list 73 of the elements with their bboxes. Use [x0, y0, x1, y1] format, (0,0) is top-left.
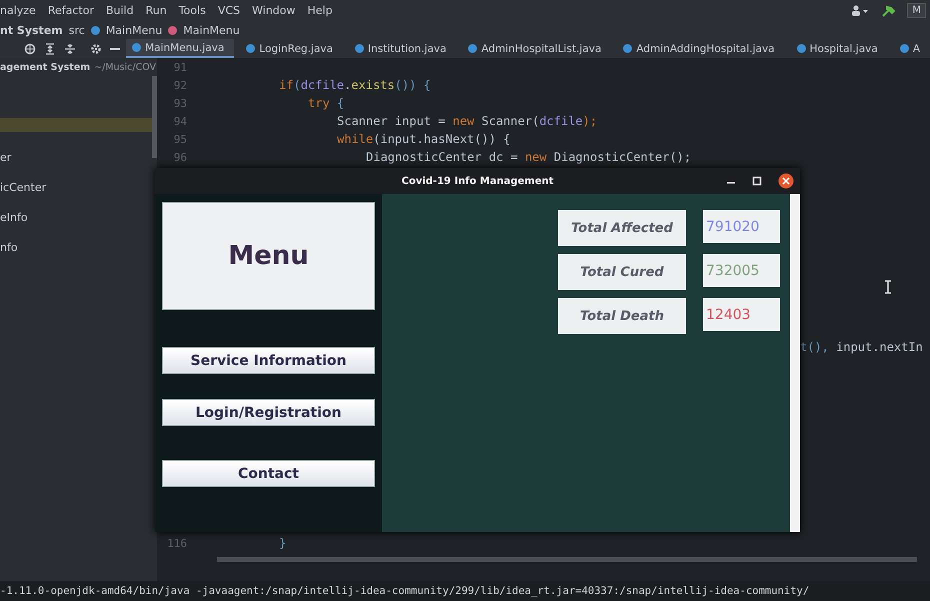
menu-heading: Menu — [162, 202, 375, 310]
file-tab[interactable]: A — [894, 39, 930, 58]
file-tab[interactable]: Institution.java — [348, 39, 456, 58]
class-icon — [132, 43, 142, 52]
menu-item[interactable]: Run — [146, 4, 167, 17]
class-icon — [90, 26, 100, 34]
stat-value: 12403 — [703, 298, 780, 331]
expand-all-icon[interactable] — [44, 42, 56, 54]
menu-button[interactable]: Contact — [162, 460, 375, 487]
scrollbar[interactable] — [790, 194, 800, 532]
code-line: if(dcfile.exists()) { — [279, 78, 431, 92]
scrollbar[interactable] — [217, 557, 917, 562]
tree-item[interactable]: er — [0, 151, 12, 164]
menu-button[interactable]: Service Information — [162, 347, 375, 374]
code-line: try { — [308, 96, 344, 110]
minimize-icon[interactable] — [110, 46, 120, 50]
maximize-icon[interactable] — [752, 176, 762, 186]
class-icon — [354, 44, 364, 53]
breadcrumb-item[interactable]: MainMenu — [106, 24, 162, 36]
class-icon — [900, 44, 909, 53]
menu-item[interactable]: Refactor — [48, 4, 94, 17]
project-path: ~/Music/COV — [94, 62, 156, 73]
file-tab[interactable]: Hospital.java — [790, 39, 888, 58]
text-cursor-icon — [884, 280, 892, 294]
menu-item[interactable]: VCS — [218, 4, 240, 17]
person-dropdown-icon[interactable] — [851, 4, 870, 16]
file-tab[interactable]: MainMenu.java — [126, 39, 234, 58]
stat-label: Total Affected — [558, 210, 686, 246]
line-number: 91 — [172, 60, 187, 74]
line-number: 93 — [172, 96, 187, 110]
breadcrumb-item[interactable]: nt System — [0, 24, 63, 36]
breadcrumb-item[interactable]: src — [68, 24, 85, 36]
file-tab[interactable]: AdminHospitalList.java — [462, 39, 612, 58]
class-icon — [623, 44, 632, 53]
code-line: DiagnosticCenter dc = new DiagnosticCenter(); — [366, 150, 692, 164]
code-line: t(), input.nextIn — [800, 340, 923, 354]
run-config-button[interactable]: M — [907, 3, 926, 18]
breadcrumb-item[interactable]: MainMenu — [183, 24, 240, 36]
stat-value: 791020 — [703, 210, 780, 243]
line-number: 96 — [172, 150, 187, 164]
stat-value: 732005 — [703, 254, 780, 287]
settings-icon[interactable] — [90, 42, 102, 54]
code-line: } — [279, 536, 286, 550]
menu-button[interactable]: Login/Registration — [162, 399, 375, 426]
tree-item[interactable]: icCenter — [0, 181, 46, 194]
line-number: 92 — [172, 78, 187, 92]
hammer-icon[interactable] — [881, 4, 896, 16]
project-title: agement System — [0, 62, 90, 73]
menu-item[interactable]: Build — [106, 4, 134, 17]
class-icon — [468, 44, 478, 53]
class-icon — [796, 44, 806, 53]
menu-item[interactable]: Tools — [178, 4, 206, 17]
file-tab[interactable]: AdminAddingHospital.java — [617, 39, 785, 58]
tree-item[interactable]: nfo — [0, 241, 18, 254]
tree-item[interactable]: eInfo — [0, 211, 28, 224]
method-icon — [168, 26, 178, 34]
line-number: 116 — [166, 536, 187, 550]
code-line: while(input.hasNext()) { — [337, 132, 510, 146]
line-number: 95 — [172, 132, 187, 146]
line-number: 94 — [172, 114, 187, 128]
file-tab[interactable]: LoginReg.java — [240, 39, 343, 58]
crosshair-icon[interactable] — [24, 42, 36, 54]
menu-item[interactable]: Window — [252, 4, 296, 17]
stat-label: Total Death — [558, 298, 686, 334]
code-line: Scanner input = new Scanner(dcfile); — [337, 114, 598, 128]
scrollbar[interactable] — [152, 76, 157, 158]
collapse-all-icon[interactable] — [64, 42, 76, 54]
stat-label: Total Cured — [558, 254, 686, 290]
class-icon — [246, 44, 256, 53]
menu-item[interactable]: nalyze — [0, 4, 36, 17]
window-title: Covid-19 Info Management — [401, 176, 554, 186]
close-icon[interactable] — [778, 173, 794, 189]
menu-item[interactable]: Help — [307, 4, 332, 17]
